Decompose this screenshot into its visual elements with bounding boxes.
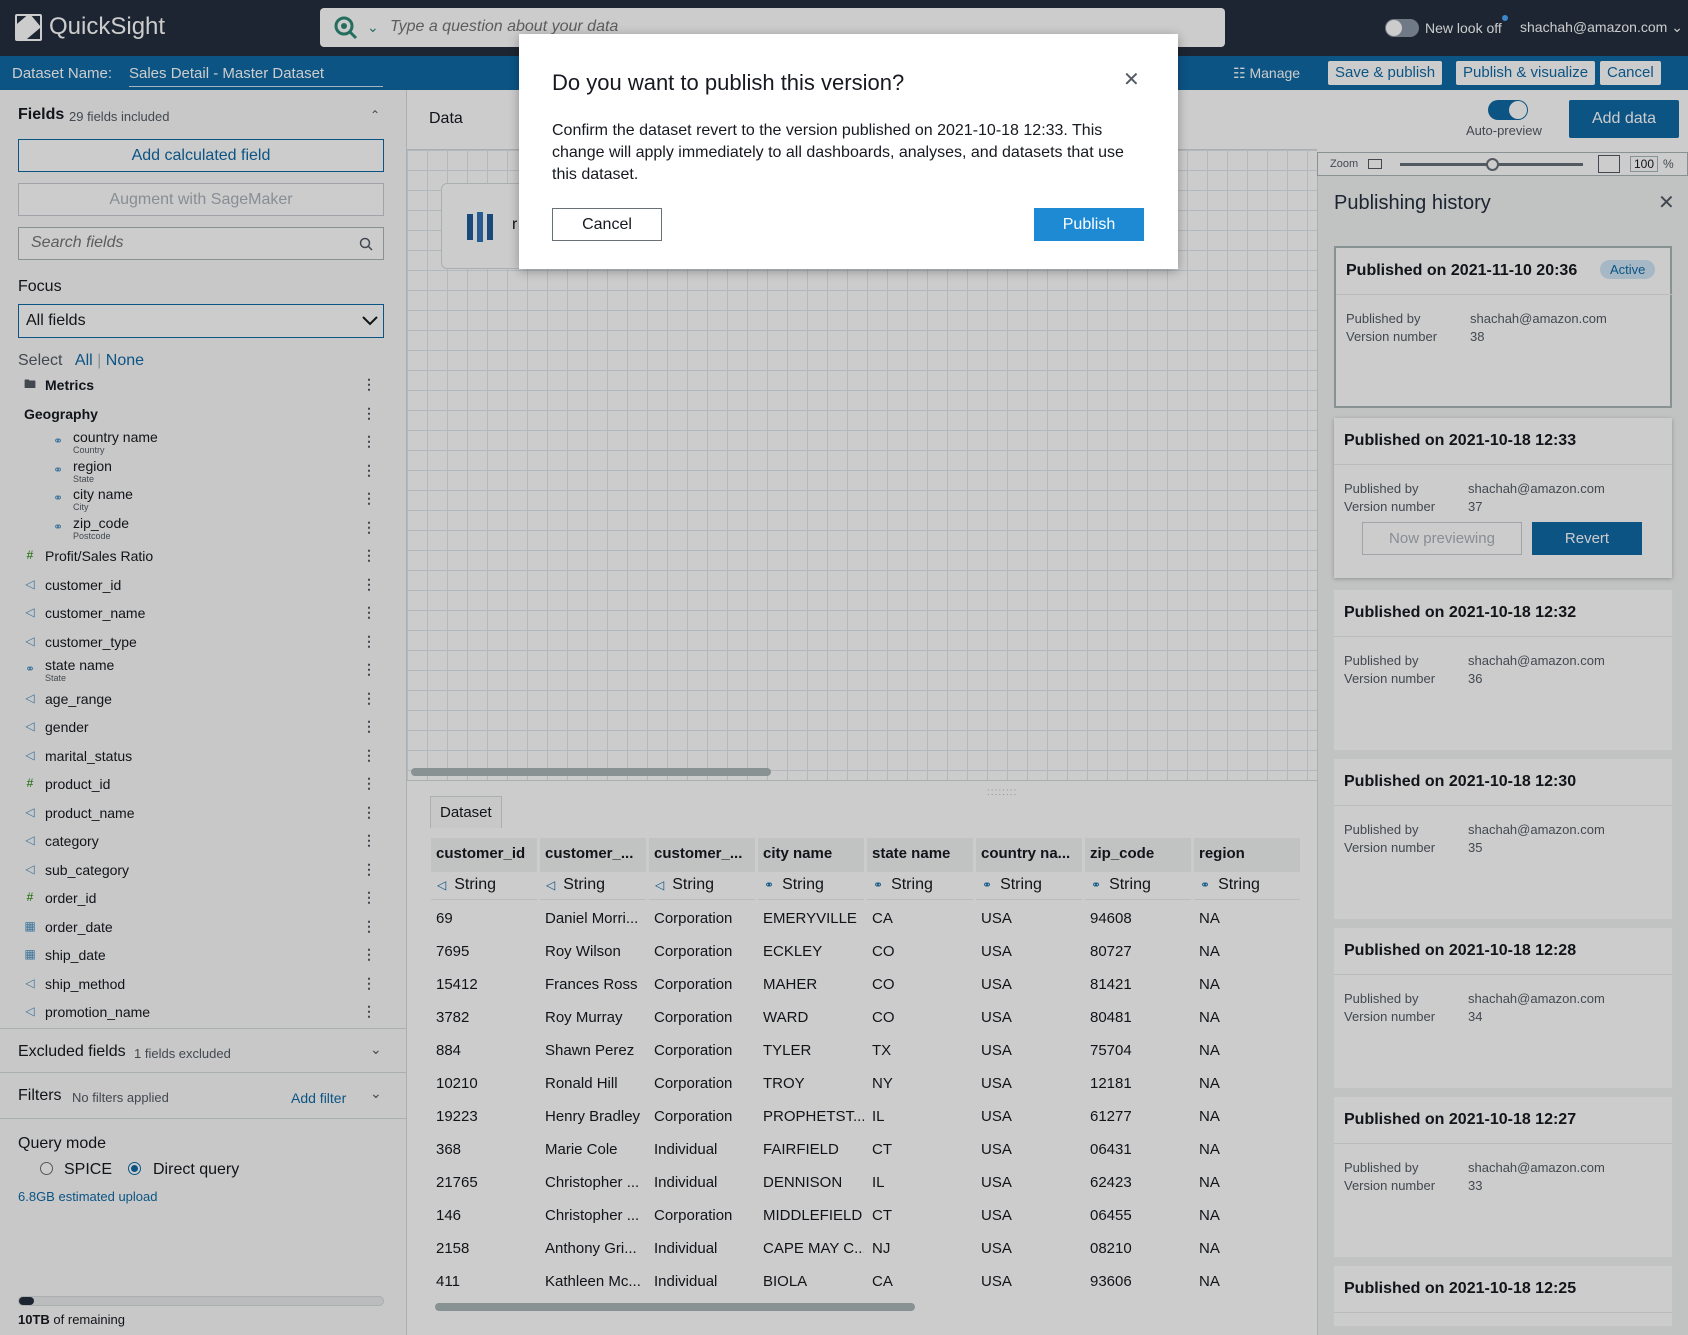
publish-dialog: Do you want to publish this version? ✕ C…	[519, 34, 1178, 269]
dialog-body: Confirm the dataset revert to the versio…	[552, 122, 1124, 183]
dialog-cancel-button[interactable]: Cancel	[552, 208, 662, 241]
dialog-publish-button[interactable]: Publish	[1034, 208, 1144, 241]
dialog-title: Do you want to publish this version?	[552, 70, 905, 95]
close-icon[interactable]: ✕	[1123, 67, 1140, 92]
